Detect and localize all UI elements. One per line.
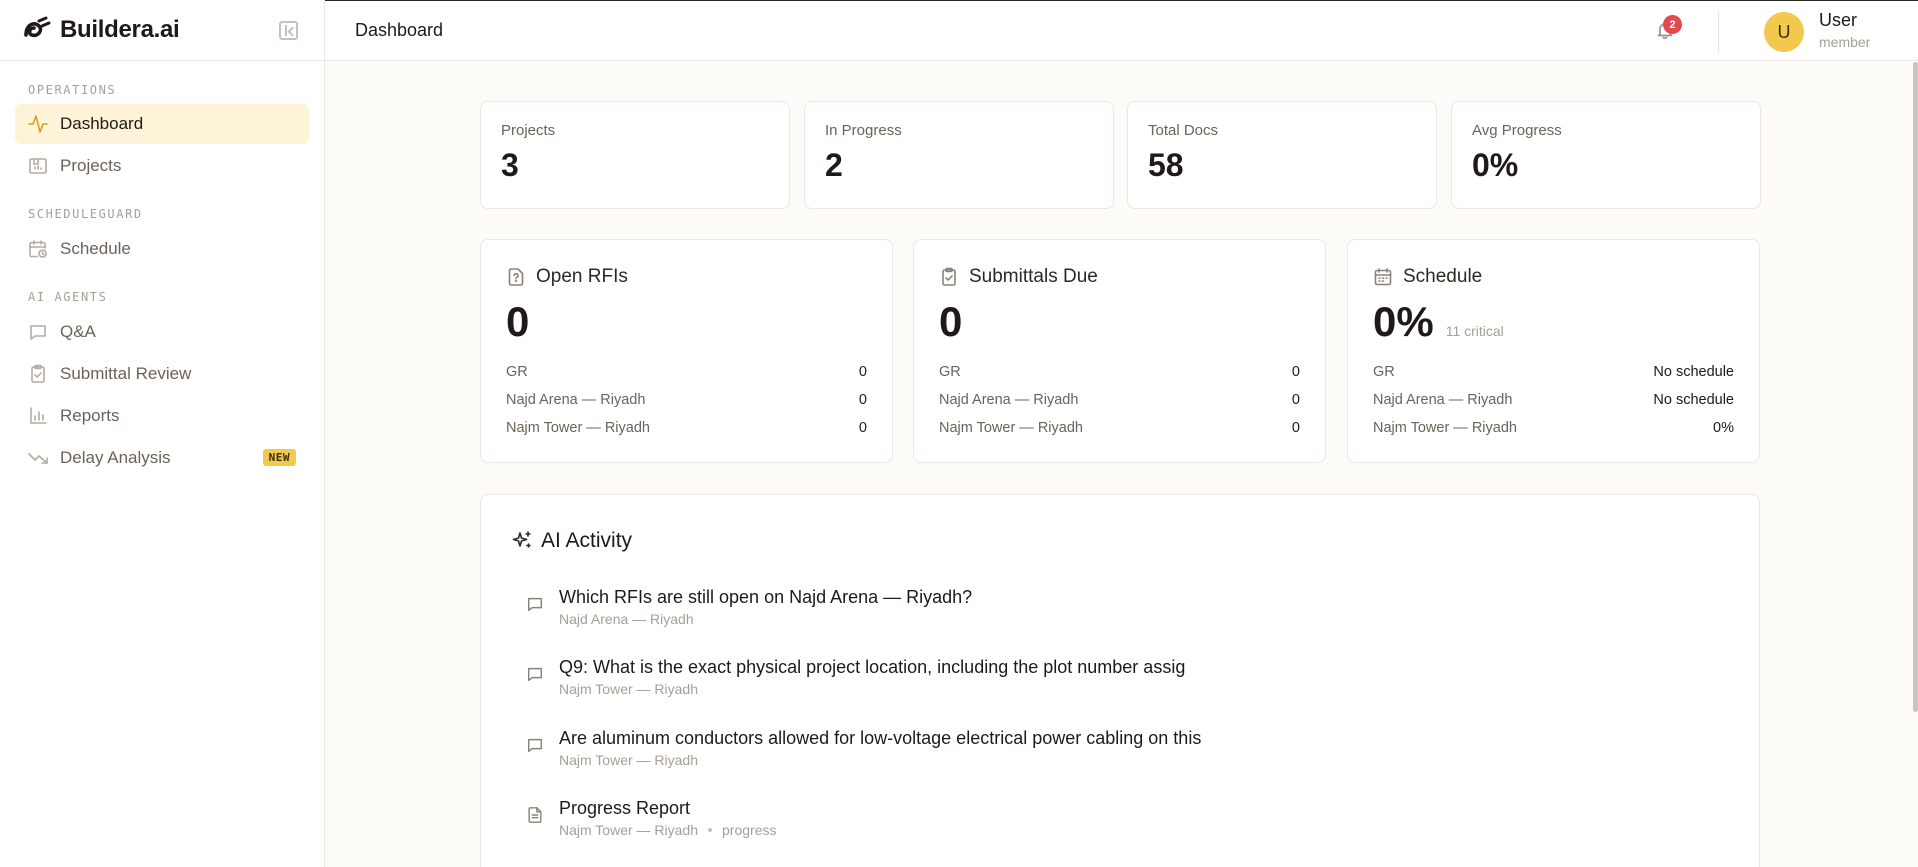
user-name[interactable]: User — [1819, 10, 1857, 31]
activity-item[interactable]: Q9: What is the exact physical project l… — [526, 657, 1185, 697]
brand-name: Buildera.ai — [60, 16, 180, 43]
summary-value: 0 — [939, 298, 963, 345]
summary-card-schedule[interactable]: Schedule 0% 11 critical GR No schedule Na… — [1347, 239, 1760, 463]
summary-row: Najd Arena — Riyadh 0 — [506, 392, 867, 408]
sidebar-item-label: Submittal Review — [60, 364, 192, 383]
activity-project: Najm Tower — Riyadh — [559, 822, 699, 838]
activity-project: Najd Arena — Riyadh — [559, 611, 694, 627]
activity-project: Najm Tower — Riyadh — [559, 681, 699, 697]
collapse-sidebar-icon[interactable] — [279, 21, 298, 40]
sidebar-item-label: Projects — [60, 156, 122, 175]
notification-count-badge: 2 — [1663, 15, 1682, 34]
summary-title: Submittals Due — [969, 266, 1098, 287]
summary-row: Najd Arena — Riyadh 0 — [939, 392, 1300, 408]
separator-dot — [708, 828, 713, 832]
user-role: member — [1819, 34, 1871, 50]
sidebar: Buildera.ai OPERATIONS Dashboard Project… — [0, 0, 325, 867]
activity-question: Are aluminum conductors allowed for low-… — [559, 728, 1202, 748]
stat-value: 3 — [501, 147, 519, 183]
sidebar-item-projects[interactable]: Projects — [15, 146, 309, 186]
notifications-button[interactable]: 2 — [1655, 15, 1682, 44]
sidebar-item-label: Reports — [60, 406, 120, 425]
brand[interactable]: Buildera.ai — [0, 0, 324, 61]
chat-icon — [28, 322, 48, 342]
activity-project: Najm Tower — Riyadh — [559, 752, 699, 768]
activity-item[interactable]: Are aluminum conductors allowed for low-… — [526, 728, 1201, 768]
summary-row: GR 0 — [506, 364, 867, 380]
document-icon — [526, 806, 544, 824]
sidebar-item-label: Q&A — [60, 322, 96, 341]
activity-question: Q9: What is the exact physical project l… — [559, 657, 1186, 677]
new-badge: NEW — [262, 449, 296, 466]
page-scrollbar[interactable] — [1913, 62, 1918, 712]
clipboard-check-icon — [942, 267, 956, 286]
top-header: Dashboard 2 U User member — [325, 0, 1918, 61]
sidebar-item-schedule[interactable]: Schedule — [15, 229, 309, 269]
summary-row: GR 0 — [939, 364, 1300, 380]
calendar-icon — [1374, 268, 1392, 286]
sparkles-icon — [512, 531, 531, 548]
stat-card-total-docs[interactable]: Total Docs 58 — [1127, 101, 1437, 209]
summary-card-open-rfis[interactable]: Open RFIs 0 GR 0 Najd Arena — Riyadh 0 Naj… — [480, 239, 893, 463]
ai-activity-title: AI Activity — [541, 529, 633, 552]
section-label-ai-agents: AI AGENTS — [28, 290, 108, 304]
avatar[interactable]: U — [1764, 12, 1804, 52]
buildera-logo-icon — [24, 16, 51, 38]
stat-value: 0% — [1472, 147, 1519, 183]
section-label-operations: OPERATIONS — [28, 83, 117, 97]
stat-value: 2 — [825, 147, 843, 183]
summary-title: Open RFIs — [536, 266, 628, 287]
sidebar-item-dashboard[interactable]: Dashboard — [15, 104, 309, 144]
stat-label: Avg Progress — [1472, 122, 1562, 139]
stat-label: Projects — [501, 122, 556, 139]
summary-card-submittals-due[interactable]: Submittals Due 0 GR 0 Najd Arena — Riyadh… — [913, 239, 1326, 463]
file-question-icon — [508, 268, 524, 286]
activity-tag: progress — [722, 822, 777, 838]
activity-item[interactable]: Which RFIs are still open on Najd Arena … — [526, 587, 972, 627]
sidebar-item-delay-analysis[interactable]: Delay Analysis NEW — [15, 438, 309, 478]
sidebar-item-qa[interactable]: Q&A — [15, 312, 309, 352]
chat-icon — [526, 736, 544, 754]
sidebar-item-reports[interactable]: Reports — [15, 396, 309, 436]
bar-chart-icon — [28, 406, 48, 426]
summary-row: GR No schedule — [1373, 364, 1734, 380]
page-title: Dashboard — [355, 20, 444, 40]
stat-label: In Progress — [825, 122, 902, 139]
trending-down-icon — [28, 448, 48, 468]
summary-title: Schedule — [1403, 266, 1483, 287]
sidebar-item-label: Schedule — [60, 239, 131, 258]
stat-label: Total Docs — [1148, 122, 1219, 139]
activity-item[interactable]: Progress Report Najm Tower — Riyadh prog… — [526, 798, 776, 838]
critical-count: 11 critical — [1445, 323, 1504, 339]
ai-activity-panel: AI Activity Which RFIs are still open on… — [480, 494, 1760, 867]
chat-icon — [526, 595, 544, 613]
summary-row: Najd Arena — Riyadh No schedule — [1373, 392, 1734, 408]
header-divider — [1718, 12, 1719, 52]
stat-value: 58 — [1148, 147, 1184, 183]
summary-row: Najm Tower — Riyadh 0 — [939, 420, 1300, 436]
summary-row: Najm Tower — Riyadh 0 — [506, 420, 867, 436]
section-label-scheduleguard: SCHEDULEGUARD — [28, 207, 143, 221]
sidebar-item-label: Delay Analysis — [60, 448, 171, 467]
folder-icon — [28, 156, 48, 176]
calendar-clock-icon — [28, 239, 48, 259]
stat-card-avg-progress[interactable]: Avg Progress 0% — [1451, 101, 1761, 209]
summary-value: 0% — [1373, 298, 1434, 345]
chat-icon — [526, 665, 544, 683]
activity-title: Progress Report — [559, 798, 691, 818]
activity-question: Which RFIs are still open on Najd Arena … — [559, 587, 973, 607]
sidebar-item-label: Dashboard — [60, 114, 144, 133]
stat-card-in-progress[interactable]: In Progress 2 — [804, 101, 1114, 209]
summary-value: 0 — [506, 298, 530, 345]
stat-card-projects[interactable]: Projects 3 — [480, 101, 790, 209]
sidebar-item-submittal-review[interactable]: Submittal Review — [15, 354, 309, 394]
summary-row: Najm Tower — Riyadh 0% — [1373, 420, 1734, 436]
clipboard-check-icon — [28, 364, 48, 384]
activity-icon — [28, 114, 48, 134]
